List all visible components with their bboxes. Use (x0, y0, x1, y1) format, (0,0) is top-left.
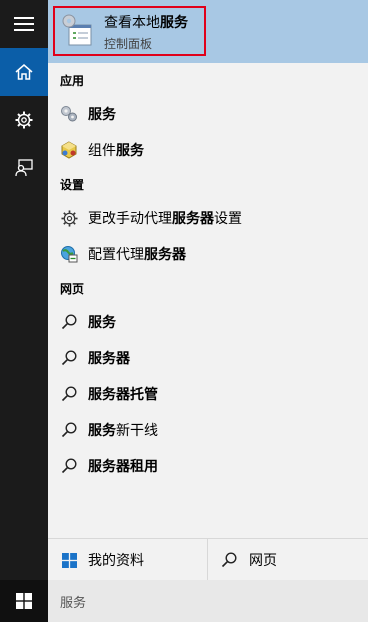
search-input[interactable] (48, 580, 368, 622)
section-apps-label: 应用 (60, 74, 85, 88)
web-suggestion-item[interactable]: 服务器 (48, 340, 368, 376)
gear-icon (15, 111, 33, 129)
web-suggestion-item[interactable]: 服务器租用 (48, 448, 368, 484)
result-item-component-services[interactable]: 组件服务 (48, 132, 368, 168)
hamburger-menu-button[interactable] (0, 0, 48, 48)
result-item-label: 服务器托管 (88, 387, 158, 403)
search-icon (61, 422, 77, 438)
left-rail (0, 0, 48, 580)
result-item-label: 配置代理服务器 (88, 247, 186, 263)
taskbar (0, 580, 368, 622)
result-item-services-app[interactable]: 服务 (48, 96, 368, 132)
section-settings-label: 设置 (60, 178, 85, 192)
gear-icon (60, 209, 78, 227)
proxy-globe-icon (61, 246, 78, 263)
hamburger-menu-icon (14, 17, 34, 31)
web-suggestion-item[interactable]: 服务新干线 (48, 412, 368, 448)
search-box (48, 580, 368, 622)
result-item-label: 服务器租用 (88, 459, 158, 475)
best-match-subtitle: 控制面板 (104, 37, 153, 51)
result-item-label: 组件服务 (88, 143, 144, 159)
my-stuff-label: 我的资料 (88, 553, 144, 569)
result-item-label: 服务 (88, 315, 116, 331)
result-item-label: 服务 (88, 107, 116, 123)
best-match-result[interactable]: 查看本地服务 控制面板 (48, 0, 368, 63)
search-results-panel: 查看本地服务 控制面板 应用 服务 组件服务 设置 更改手动代理服务器设置 配置… (48, 0, 368, 581)
start-button[interactable] (0, 580, 48, 622)
search-icon (221, 552, 237, 568)
search-icon (61, 350, 77, 366)
section-web-label: 网页 (60, 282, 85, 296)
services-gears-icon (61, 106, 77, 122)
feedback-button[interactable] (0, 144, 48, 192)
feedback-person-icon (15, 159, 33, 177)
search-icon (61, 314, 77, 330)
result-item-label: 服务器 (88, 351, 130, 367)
services-console-icon (62, 14, 92, 46)
component-services-icon (61, 141, 77, 159)
web-suggestion-item[interactable]: 服务 (48, 304, 368, 340)
settings-button[interactable] (0, 96, 48, 144)
windows-logo-icon (61, 552, 77, 568)
result-item-proxy-settings[interactable]: 更改手动代理服务器设置 (48, 200, 368, 236)
search-icon (61, 386, 77, 402)
web-label: 网页 (249, 553, 277, 569)
result-item-configure-proxy[interactable]: 配置代理服务器 (48, 236, 368, 272)
result-item-label: 更改手动代理服务器设置 (88, 211, 242, 227)
home-button[interactable] (0, 48, 48, 96)
web-suggestion-item[interactable]: 服务器托管 (48, 376, 368, 412)
search-scope-bar: 我的资料 网页 (48, 538, 368, 581)
result-item-label: 服务新干线 (88, 423, 158, 439)
my-stuff-button[interactable]: 我的资料 (48, 539, 208, 581)
windows-logo-icon (16, 593, 32, 609)
best-match-title: 查看本地服务 (104, 15, 188, 31)
search-icon (61, 458, 77, 474)
home-icon (15, 64, 33, 80)
web-search-button[interactable]: 网页 (209, 539, 368, 581)
